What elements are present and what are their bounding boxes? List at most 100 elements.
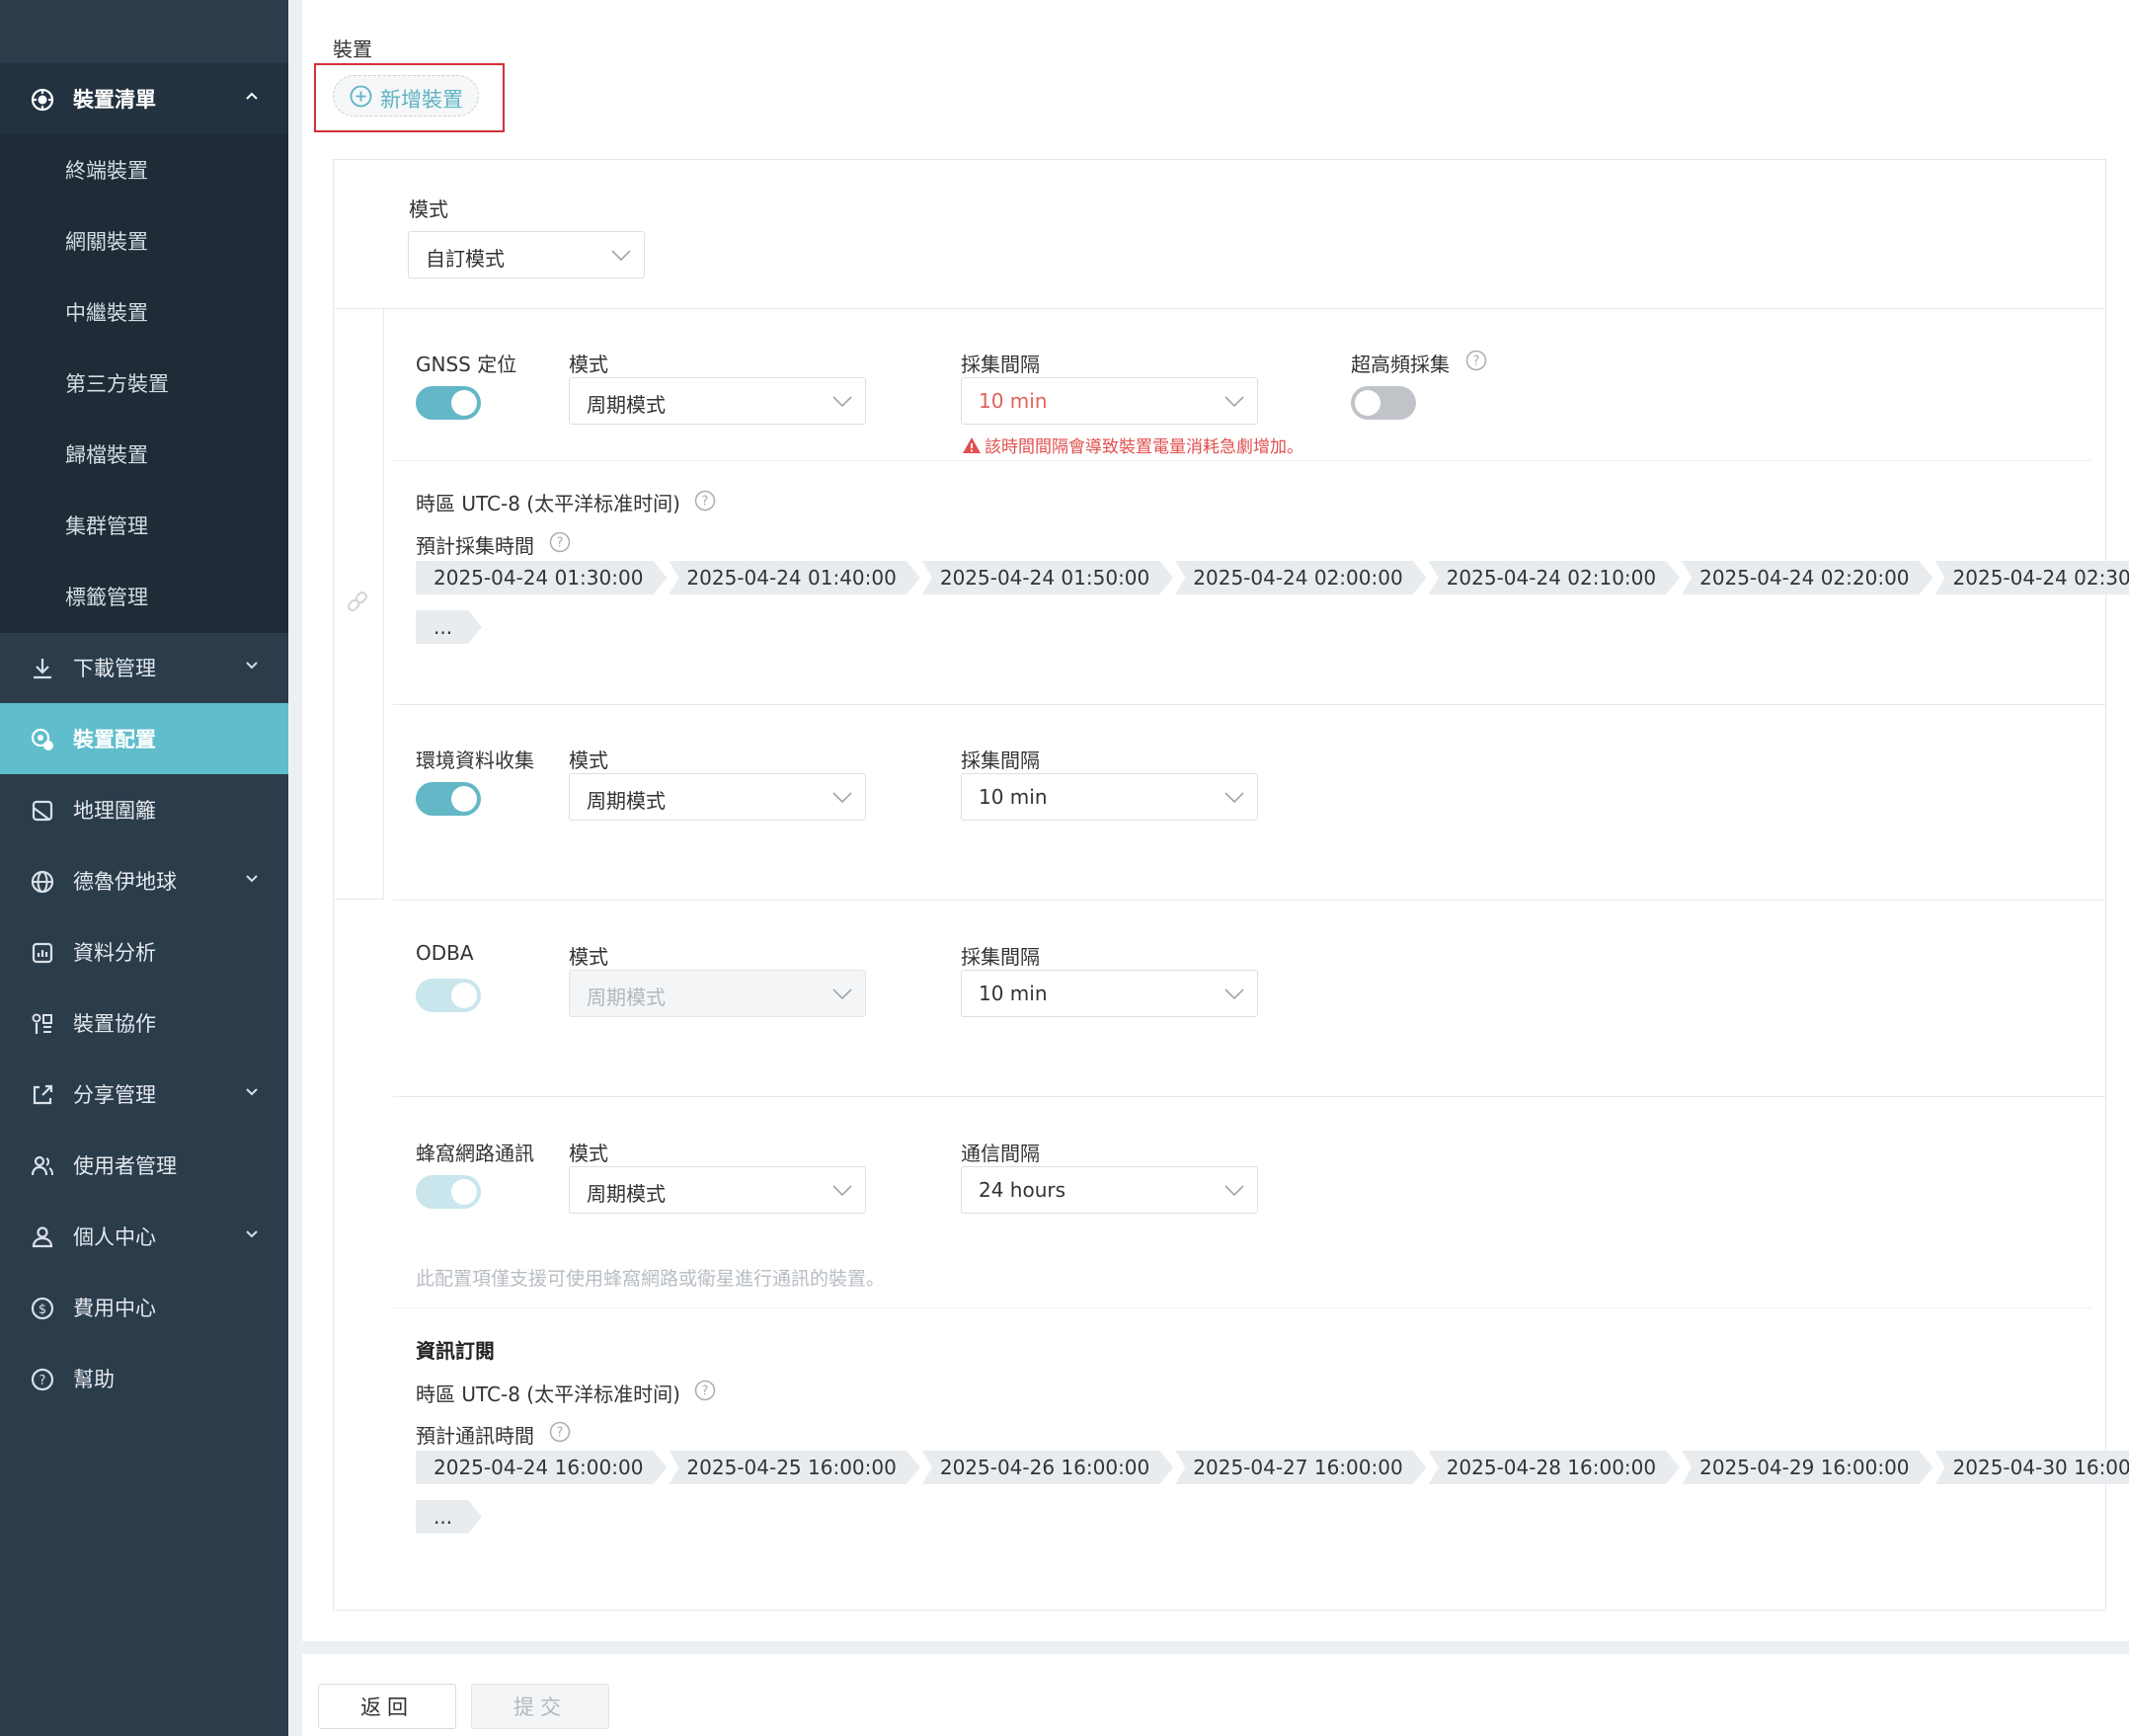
odba-toggle [416, 979, 481, 1012]
cellular-note: 此配置項僅支援可使用蜂窩網路或衛星進行通訊的裝置。 [416, 1268, 886, 1290]
sidebar-subitem-cluster[interactable]: 集群管理 [0, 490, 288, 561]
chevron-down-icon [1223, 788, 1245, 806]
gnss-interval-select[interactable]: 10 min [961, 377, 1258, 425]
sidebar-subitem-archived[interactable]: 歸檔裝置 [0, 419, 288, 490]
toggle-knob [1355, 390, 1380, 416]
toggle-knob [451, 390, 477, 416]
cellular-timezone: 時區 UTC-8 (太平洋标准时间) [416, 1382, 680, 1406]
schedule-chip: 2025-04-28 16:00:00 [1429, 1451, 1680, 1484]
gnss-mode-label: 模式 [569, 353, 608, 376]
schedule-chip: 2025-04-24 02:00:00 [1175, 561, 1426, 594]
chevron-down-icon [831, 985, 853, 1002]
svg-text:?: ? [39, 1374, 46, 1388]
more-chip[interactable]: ... [416, 610, 482, 644]
sidebar-item-personal[interactable]: 個人中心 [0, 1201, 288, 1272]
sidebar-item-label: 裝置清單 [73, 88, 156, 112]
chevron-down-icon [831, 788, 853, 806]
gnss-mode-select[interactable]: 周期模式 [569, 377, 866, 425]
divider [393, 1307, 2091, 1308]
sidebar-subitem-tags[interactable]: 標籤管理 [0, 561, 288, 632]
sidebar-item-users[interactable]: 使用者管理 [0, 1130, 288, 1201]
sidebar-item-help[interactable]: ? 幫助 [0, 1343, 288, 1414]
toggle-knob [451, 983, 477, 1008]
cellular-interval-select[interactable]: 24 hours [961, 1166, 1258, 1214]
sidebar-item-label: 分享管理 [73, 1083, 156, 1107]
sidebar-subitem-gateway[interactable]: 網關裝置 [0, 205, 288, 276]
ultra-high-freq-toggle[interactable] [1351, 386, 1416, 420]
cellular-mode-select[interactable]: 周期模式 [569, 1166, 866, 1214]
subitem-label: 歸檔裝置 [65, 443, 148, 467]
env-interval-select[interactable]: 10 min [961, 773, 1258, 821]
odba-mode-value: 周期模式 [587, 986, 666, 1009]
sidebar-subitem-terminal[interactable]: 終端裝置 [0, 134, 288, 205]
env-toggle[interactable] [416, 782, 481, 816]
schedule-chip: 2025-04-24 02:20:00 [1682, 561, 1932, 594]
chevron-down-icon [1223, 1181, 1245, 1199]
sidebar-item-share[interactable]: 分享管理 [0, 1059, 288, 1130]
collaboration-icon [30, 1011, 55, 1037]
schedule-chip: 2025-04-24 02:10:00 [1429, 561, 1680, 594]
warning-icon [963, 436, 981, 453]
cellular-mode-label: 模式 [569, 1142, 608, 1165]
geofence-icon [30, 798, 55, 824]
globe-icon [30, 869, 55, 895]
sidebar: 裝置清單 終端裝置 網關裝置 中繼裝置 第三方裝置 歸檔裝置 集群管理 標籤管理… [0, 0, 288, 1736]
sidebar-item-druid-earth[interactable]: 德魯伊地球 [0, 845, 288, 916]
link-icon[interactable] [344, 588, 371, 615]
gnss-schedule-chips: 2025-04-24 01:30:00 2025-04-24 01:40:00 … [416, 561, 2129, 594]
gnss-interval-warning: 該時間間隔會導致裝置電量消耗急劇增加。 [962, 433, 1303, 457]
svg-text:?: ? [1473, 355, 1480, 369]
help-circle-icon[interactable]: ? [694, 1380, 716, 1401]
svg-text:?: ? [557, 1426, 564, 1441]
help-icon: ? [30, 1367, 55, 1392]
chart-icon [30, 940, 55, 966]
divider [334, 308, 2105, 309]
gnss-timezone: 時區 UTC-8 (太平洋标准时间) [416, 492, 680, 515]
env-interval-value: 10 min [979, 785, 1048, 809]
sidebar-subitem-third-party[interactable]: 第三方裝置 [0, 348, 288, 419]
person-icon [30, 1224, 55, 1250]
gnss-toggle[interactable] [416, 386, 481, 420]
sidebar-item-collaboration[interactable]: 裝置協作 [0, 987, 288, 1059]
back-button[interactable]: 返回 [318, 1684, 456, 1729]
sidebar-item-label: 費用中心 [73, 1297, 156, 1320]
help-circle-icon[interactable]: ? [549, 1421, 571, 1443]
help-circle-icon[interactable]: ? [694, 490, 716, 512]
sidebar-item-device-list[interactable]: 裝置清單 [0, 63, 288, 134]
cellular-schedule-label: 預計通訊時間 [416, 1424, 534, 1448]
svg-text:$: $ [39, 1302, 46, 1317]
odba-interval-select[interactable]: 10 min [961, 970, 1258, 1017]
schedule-chip: 2025-04-29 16:00:00 [1682, 1451, 1932, 1484]
more-chip[interactable]: ... [416, 1500, 482, 1534]
schedule-chip: 2025-04-24 01:30:00 [416, 561, 667, 594]
device-config-icon [30, 727, 55, 752]
gnss-interval-value: 10 min [979, 389, 1048, 413]
schedule-chip: 2025-04-27 16:00:00 [1175, 1451, 1426, 1484]
add-device-button[interactable]: 新增裝置 [333, 75, 479, 117]
env-interval-label: 採集間隔 [961, 749, 1040, 772]
help-circle-icon[interactable]: ? [1465, 350, 1487, 371]
env-mode-label: 模式 [569, 749, 608, 772]
help-circle-icon[interactable]: ? [549, 531, 571, 553]
sidebar-subitem-relay[interactable]: 中繼裝置 [0, 276, 288, 348]
chevron-down-icon [831, 392, 853, 410]
env-mode-select[interactable]: 周期模式 [569, 773, 866, 821]
gnss-interval-label: 採集間隔 [961, 353, 1040, 376]
toggle-knob [451, 1179, 477, 1205]
svg-text:?: ? [702, 495, 709, 510]
odba-interval-value: 10 min [979, 982, 1048, 1005]
mode-select[interactable]: 自訂模式 [408, 231, 645, 278]
sidebar-item-geofence[interactable]: 地理圍籬 [0, 774, 288, 845]
sidebar-item-download[interactable]: 下載管理 [0, 632, 288, 703]
subitem-label: 中繼裝置 [65, 301, 148, 325]
sidebar-item-data-analysis[interactable]: 資料分析 [0, 916, 288, 987]
device-list-icon [30, 87, 55, 113]
odba-interval-label: 採集間隔 [961, 945, 1040, 969]
odba-label: ODBA [416, 941, 474, 965]
sidebar-item-billing[interactable]: $ 費用中心 [0, 1272, 288, 1343]
sidebar-item-device-config[interactable]: 裝置配置 [0, 703, 288, 774]
chevron-up-icon [243, 87, 261, 105]
download-icon [30, 656, 55, 681]
share-icon [30, 1082, 55, 1108]
cellular-mode-value: 周期模式 [587, 1182, 666, 1206]
